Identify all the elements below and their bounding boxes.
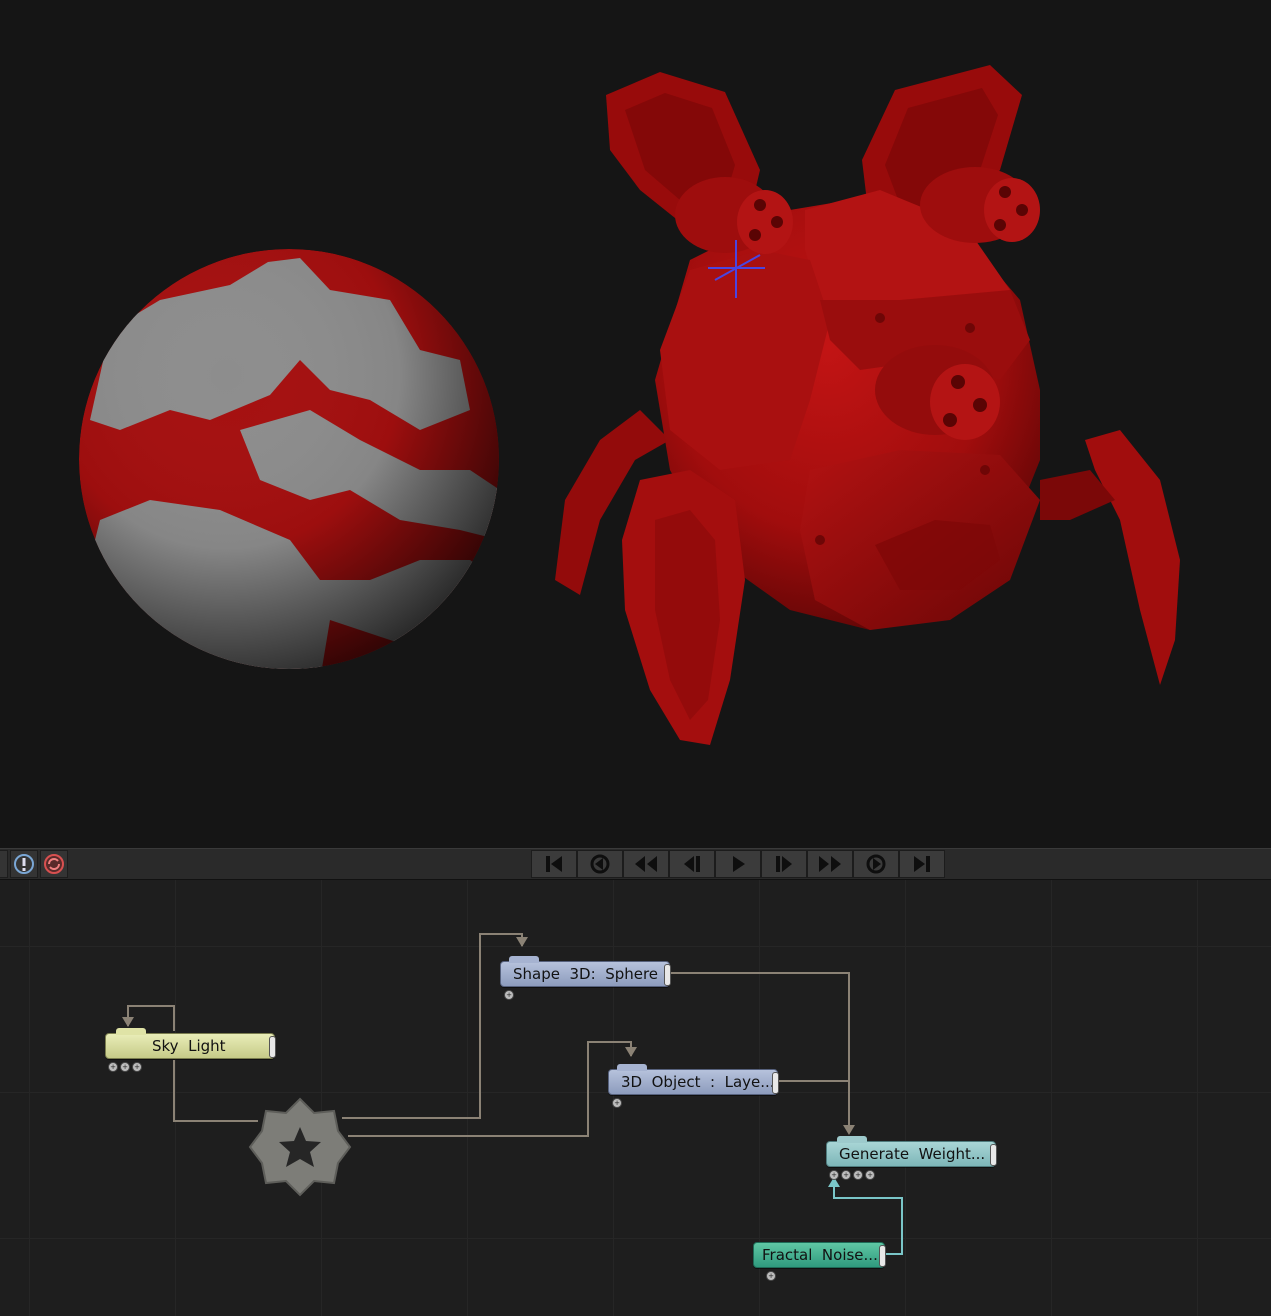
rewind-icon[interactable] [623, 850, 669, 878]
robot-mesh[interactable] [555, 65, 1180, 745]
viewport-scene [79, 65, 1180, 745]
refresh-icon[interactable] [40, 850, 68, 878]
node-input-tab[interactable] [837, 1136, 867, 1143]
node-label: Shape 3D: Sphere [513, 965, 659, 983]
wire-sky-light-to-gear [173, 1060, 258, 1122]
play-icon[interactable] [715, 850, 761, 878]
wire-sphere-to-weight [668, 972, 850, 1126]
node-sky-light[interactable]: Sky Light [105, 1028, 276, 1059]
sphere-mesh[interactable] [79, 249, 500, 690]
node-label: Sky Light [152, 1037, 226, 1055]
step-back-icon[interactable] [669, 850, 715, 878]
node-ports-sphere: + [504, 990, 514, 1000]
info-icon[interactable] [10, 850, 38, 878]
port[interactable]: + [841, 1170, 851, 1180]
node-output-handle[interactable] [269, 1036, 276, 1058]
node-ports-object: + [612, 1098, 622, 1108]
step-forward-icon[interactable] [761, 850, 807, 878]
node-label: Fractal Noise... [762, 1246, 878, 1264]
port[interactable]: + [829, 1170, 839, 1180]
3d-viewport[interactable] [0, 0, 1271, 848]
node-generate-weight[interactable]: Generate Weight... [826, 1136, 997, 1167]
port[interactable]: + [853, 1170, 863, 1180]
node-output-handle[interactable] [879, 1245, 886, 1267]
gear-icon[interactable] [248, 1097, 352, 1197]
cannon-pod-left [675, 177, 793, 254]
skip-to-end-icon[interactable] [899, 850, 945, 878]
timeline-toolbar [0, 848, 1271, 880]
node-output-handle[interactable] [664, 964, 671, 986]
previous-keyframe-icon[interactable] [577, 850, 623, 878]
node-shape-3d-sphere[interactable]: Shape 3D: Sphere [500, 956, 671, 987]
node-output-handle[interactable] [772, 1072, 779, 1094]
port[interactable]: + [132, 1062, 142, 1072]
port[interactable]: + [120, 1062, 130, 1072]
port[interactable]: + [766, 1271, 776, 1281]
cannon-pod-right [920, 167, 1040, 243]
node-label: Generate Weight... [839, 1145, 986, 1163]
node-ports-fractal: + [766, 1271, 776, 1281]
wire-gear-to-sphere [342, 933, 523, 1119]
node-ports-sky-light: + + + [108, 1062, 142, 1072]
panel-edge-icon[interactable] [0, 850, 8, 878]
wire-gear-to-object [348, 1041, 632, 1137]
node-label: 3D Object : Laye... [621, 1073, 775, 1091]
next-keyframe-icon[interactable] [853, 850, 899, 878]
node-3d-object-layer[interactable]: 3D Object : Laye... [608, 1064, 779, 1095]
skip-to-start-icon[interactable] [531, 850, 577, 878]
port[interactable]: + [612, 1098, 622, 1108]
node-ports-weight: + + + + [829, 1170, 875, 1180]
port[interactable]: + [108, 1062, 118, 1072]
node-input-tab[interactable] [116, 1028, 146, 1035]
node-graph[interactable]: Sky Light + + + Shape 3D: Sphere + 3D Ob… [0, 880, 1271, 1316]
port[interactable]: + [865, 1170, 875, 1180]
transport-controls [531, 849, 951, 881]
node-fractal-noise[interactable]: Fractal Noise... [753, 1242, 886, 1268]
port[interactable]: + [504, 990, 514, 1000]
fast-forward-icon[interactable] [807, 850, 853, 878]
node-wires [122, 933, 903, 1255]
node-output-handle[interactable] [990, 1144, 997, 1166]
node-input-tab[interactable] [509, 956, 539, 963]
node-input-tab[interactable] [617, 1064, 647, 1071]
